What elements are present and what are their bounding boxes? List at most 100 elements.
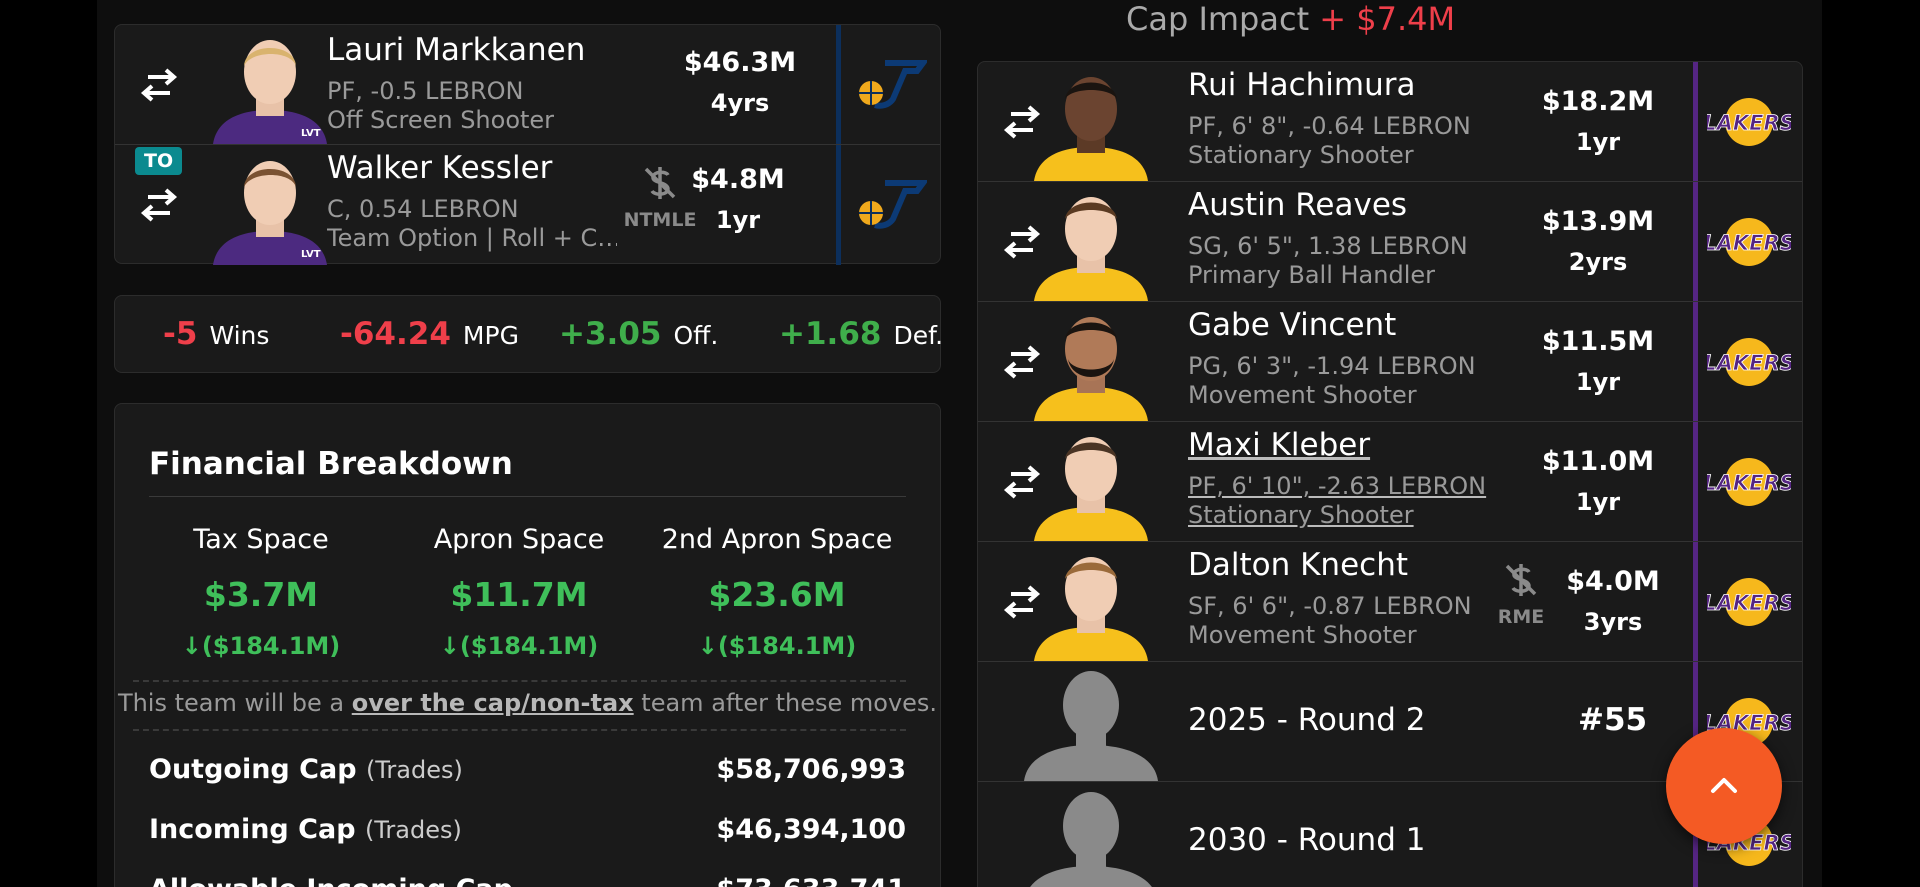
player-headshot bbox=[1034, 77, 1148, 181]
mpg-value: -64.24 bbox=[340, 316, 451, 352]
player-headshot: LVT bbox=[213, 161, 327, 265]
no-money-icon bbox=[1505, 564, 1537, 596]
svg-text:LAKERS: LAKERS bbox=[1707, 591, 1791, 615]
player-role: Movement Shooter bbox=[1188, 621, 1417, 649]
second-apron-space-column: 2nd Apron Space $23.6M ↓($184.1M) bbox=[647, 524, 907, 660]
swap-icon[interactable] bbox=[140, 187, 178, 223]
player-position-lebron: PF, 6' 10", -2.63 LEBRON bbox=[1188, 472, 1487, 500]
arrow-down-icon: ↓ bbox=[439, 632, 460, 660]
player-salary: $18.2M bbox=[1541, 86, 1655, 117]
player-headshot bbox=[1034, 437, 1148, 541]
offense-label: Off. bbox=[673, 321, 719, 350]
player-position-lebron: C, 0.54 LEBRON bbox=[327, 195, 519, 223]
player-silhouette-icon bbox=[1024, 671, 1158, 781]
apron-space-column: Apron Space $11.7M ↓($184.1M) bbox=[389, 524, 649, 660]
cap-status-note: This team will be a over the cap/non-tax… bbox=[117, 689, 938, 717]
team-color-bar bbox=[1693, 302, 1698, 421]
exception-indicator: RME bbox=[1481, 560, 1561, 628]
jazz-logo-icon bbox=[859, 180, 927, 229]
team-color-bar bbox=[1693, 182, 1698, 301]
player-contract: $11.5M 1yr bbox=[1538, 322, 1658, 402]
player-row[interactable]: Austin Reaves SG, 6' 5", 1.38 LEBRON Pri… bbox=[978, 182, 1802, 302]
allowable-incoming-cap-row: Allowable Incoming Cap $73,633,741 bbox=[149, 874, 906, 887]
player-row[interactable]: Rui Hachimura PF, 6' 8", -0.64 LEBRON St… bbox=[978, 62, 1802, 182]
team-color-bar bbox=[1693, 542, 1698, 661]
no-money-icon bbox=[644, 167, 676, 199]
offense-stat: +3.05 Off. bbox=[559, 316, 718, 352]
player-years: 1yr bbox=[1575, 128, 1621, 156]
team-option-badge: TO bbox=[135, 147, 183, 175]
player-contract: $18.2M 1yr bbox=[1538, 82, 1658, 162]
second-apron-space-value: $23.6M bbox=[708, 575, 846, 614]
player-role: Stationary Shooter bbox=[1188, 141, 1414, 169]
player-name[interactable]: Lauri Markkanen bbox=[327, 32, 585, 68]
player-silhouette-icon bbox=[1030, 792, 1152, 887]
player-position-lebron: PG, 6' 3", -1.94 LEBRON bbox=[1188, 352, 1476, 380]
mpg-stat: -64.24 MPG bbox=[340, 316, 519, 352]
tax-space-delta: ↓($184.1M) bbox=[181, 632, 341, 660]
svg-text:LVT: LVT bbox=[301, 128, 321, 139]
player-role: Primary Ball Handler bbox=[1188, 261, 1436, 289]
dashed-divider bbox=[133, 729, 906, 731]
player-headshot bbox=[1034, 317, 1148, 421]
player-headshot bbox=[1034, 197, 1148, 301]
player-years: 1yr bbox=[715, 206, 761, 234]
lakers-logo-icon: LAKERS bbox=[1707, 578, 1791, 626]
allowable-incoming-cap-value: $73,633,741 bbox=[716, 874, 906, 887]
svg-text:LAKERS: LAKERS bbox=[1707, 471, 1791, 495]
player-contract: $13.9M 2yrs bbox=[1538, 202, 1658, 282]
player-position-lebron: PF, 6' 8", -0.64 LEBRON bbox=[1188, 112, 1471, 140]
cap-impact-value: + $7.4M bbox=[1319, 0, 1456, 38]
svg-text:LAKERS: LAKERS bbox=[1707, 231, 1791, 255]
player-row[interactable]: Maxi Kleber PF, 6' 10", -2.63 LEBRON Sta… bbox=[978, 422, 1802, 542]
team-color-bar bbox=[1693, 422, 1698, 541]
chevron-up-icon bbox=[1711, 778, 1737, 793]
player-contract: $46.3M 4yrs bbox=[680, 43, 800, 123]
lakers-logo-icon: LAKERS bbox=[1707, 98, 1791, 146]
wins-stat: -5 Wins bbox=[163, 316, 269, 352]
player-name[interactable]: Rui Hachimura bbox=[1188, 67, 1415, 103]
player-headshot: LVT bbox=[213, 40, 327, 144]
defense-value: +1.68 bbox=[779, 316, 882, 352]
player-years: 1yr bbox=[1575, 488, 1621, 516]
cap-status-link[interactable]: over the cap/non-tax bbox=[352, 689, 634, 717]
player-name[interactable]: Dalton Knecht bbox=[1188, 547, 1408, 583]
defense-stat: +1.68 Def. bbox=[779, 316, 943, 352]
player-row[interactable]: Dalton Knecht SF, 6' 6", -0.87 LEBRON Mo… bbox=[978, 542, 1802, 662]
player-salary: $4.0M bbox=[1566, 566, 1660, 597]
player-role: Team Option | Roll + C… bbox=[327, 224, 617, 252]
player-position-lebron: SG, 6' 5", 1.38 LEBRON bbox=[1188, 232, 1468, 260]
team-color-bar bbox=[1693, 62, 1698, 181]
apron-space-label: Apron Space bbox=[433, 524, 605, 555]
trade-page: LVT Lauri Markkanen PF, -0.5 LEBRON Off … bbox=[97, 0, 1822, 887]
player-row[interactable]: LVT Lauri Markkanen PF, -0.5 LEBRON Off … bbox=[115, 25, 940, 145]
player-name[interactable]: Maxi Kleber bbox=[1188, 427, 1370, 463]
defense-label: Def. bbox=[893, 321, 944, 350]
lakers-logo-icon: LAKERS bbox=[1707, 218, 1791, 266]
title-divider bbox=[149, 496, 906, 497]
player-name[interactable]: Austin Reaves bbox=[1188, 187, 1407, 223]
player-salary: $46.3M bbox=[683, 47, 797, 78]
player-role: Stationary Shooter bbox=[1188, 501, 1414, 529]
player-row[interactable]: Gabe Vincent PG, 6' 3", -1.94 LEBRON Mov… bbox=[978, 302, 1802, 422]
player-years: 1yr bbox=[1575, 368, 1621, 396]
team-color-bar bbox=[836, 145, 841, 265]
apron-space-delta: ↓($184.1M) bbox=[439, 632, 599, 660]
scroll-to-top-button[interactable] bbox=[1666, 728, 1782, 844]
player-role: Off Screen Shooter bbox=[327, 106, 555, 134]
impact-stats-card: -5 Wins -64.24 MPG +3.05 Off. +1.68 Def. bbox=[114, 295, 943, 373]
tax-space-column: Tax Space $3.7M ↓($184.1M) bbox=[131, 524, 391, 660]
outgoing-cap-label: Outgoing Cap (Trades) bbox=[149, 754, 463, 785]
player-row[interactable]: TO LVT Walker Kessler C, 0.54 LEBRON Tea… bbox=[115, 145, 940, 265]
outgoing-players-card: LVT Lauri Markkanen PF, -0.5 LEBRON Off … bbox=[114, 24, 941, 265]
financial-breakdown-card: Financial Breakdown Tax Space $3.7M ↓($1… bbox=[114, 403, 941, 887]
pick-name: 2030 - Round 1 bbox=[1188, 822, 1426, 858]
cap-impact-label: Cap Impact bbox=[1126, 0, 1310, 38]
player-name[interactable]: Walker Kessler bbox=[327, 150, 552, 186]
player-contract: $4.8M 1yr bbox=[688, 160, 788, 240]
dashed-divider bbox=[133, 680, 906, 682]
swap-icon[interactable] bbox=[140, 67, 178, 103]
player-position-lebron: PF, -0.5 LEBRON bbox=[327, 77, 524, 105]
team-color-bar bbox=[836, 25, 841, 144]
player-name[interactable]: Gabe Vincent bbox=[1188, 307, 1396, 343]
